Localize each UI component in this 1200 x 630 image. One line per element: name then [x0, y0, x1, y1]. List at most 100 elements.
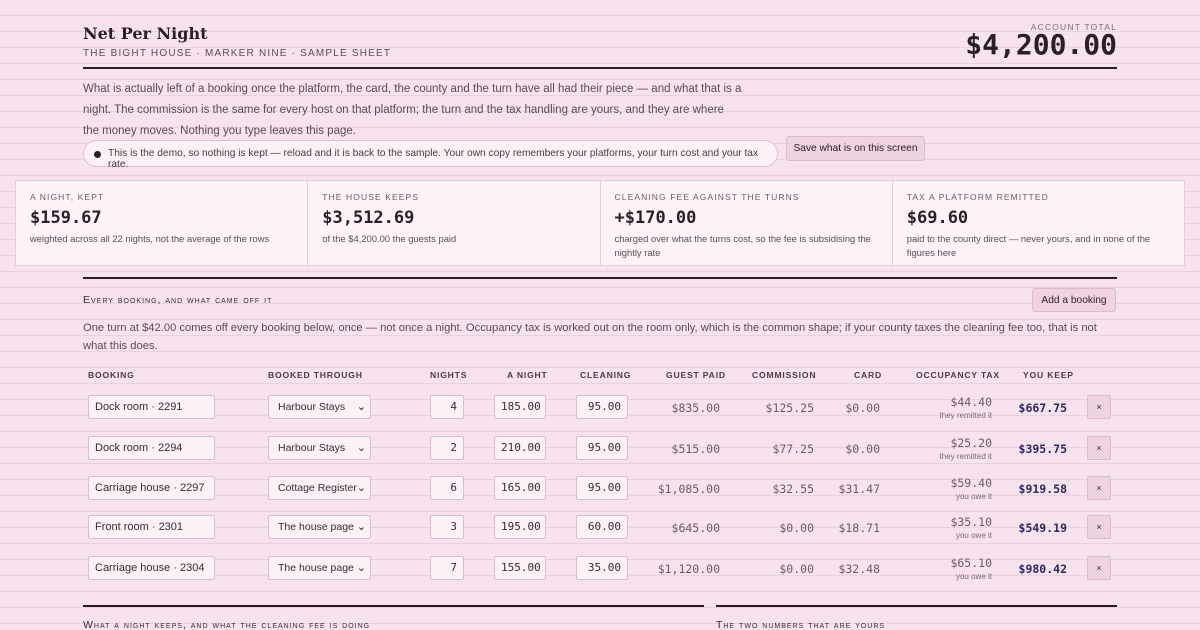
tax-responsibility: you owe it — [955, 572, 992, 581]
occupancy-tax-value: $25.20 — [950, 436, 992, 450]
nights-input[interactable]: 6 — [430, 476, 464, 500]
nights-input[interactable]: 4 — [430, 395, 464, 419]
cleaning-fee-input[interactable]: 95.00 — [576, 476, 628, 500]
cleaning-fee-input[interactable]: 60.00 — [576, 515, 628, 539]
stat-value: +$170.00 — [614, 208, 697, 228]
nights-input[interactable]: 7 — [430, 556, 464, 580]
delete-row-button[interactable]: × — [1087, 556, 1111, 580]
table-row: Carriage house · 2304 The house page ⌄ 7 … — [0, 548, 1200, 588]
occupancy-tax-cell: $25.20 they remitted it — [940, 436, 992, 461]
nightly-rate-input[interactable]: 195.00 — [494, 515, 546, 539]
stat-house-keeps: THE HOUSE KEEPS $3,512.69 of the $4,200.… — [308, 181, 601, 265]
nights-input[interactable]: 2 — [430, 436, 464, 460]
card-value: $0.00 — [845, 442, 880, 456]
dot-icon — [94, 151, 101, 158]
bookings-note: One turn at $42.00 comes off every booki… — [83, 322, 1097, 352]
platform-select[interactable]: Harbour Stays ⌄ — [268, 395, 371, 419]
demo-notice-text: This is the demo, so nothing is kept — r… — [108, 148, 759, 170]
guest-paid-value: $835.00 — [671, 401, 720, 415]
stat-label: TAX A PLATFORM REMITTED — [906, 192, 1049, 202]
col-a-night: A NIGHT — [507, 370, 548, 380]
occupancy-tax-cell: $35.10 you owe it — [950, 515, 992, 540]
nightly-rate-input[interactable]: 155.00 — [494, 556, 546, 580]
nightly-rate-input[interactable]: 165.00 — [494, 476, 546, 500]
section-divider — [83, 277, 1117, 279]
bookings-section-title: Every booking, and what came off it — [83, 294, 273, 306]
your-numbers-section-title: The two numbers that are yours — [716, 619, 886, 630]
card-value: $18.71 — [838, 521, 880, 535]
nightly-rate-input[interactable]: 185.00 — [494, 395, 546, 419]
booking-name-input[interactable]: Front room · 2301 — [88, 515, 215, 539]
platform-select[interactable]: Harbour Stays ⌄ — [268, 436, 371, 460]
save-button[interactable]: Save what is on this screen — [786, 136, 925, 161]
stat-night-kept: A NIGHT, KEPT $159.67 weighted across al… — [16, 181, 309, 265]
occupancy-tax-value: $44.40 — [950, 395, 992, 409]
commission-value: $0.00 — [779, 562, 814, 576]
tax-responsibility: they remitted it — [939, 452, 992, 461]
commission-value: $0.00 — [779, 521, 814, 535]
col-booking: BOOKING — [88, 370, 135, 380]
occupancy-tax-cell: $59.40 you owe it — [950, 476, 992, 501]
stat-note: weighted across all 22 nights, not the a… — [30, 233, 270, 244]
stat-cleaning-fee: CLEANING FEE AGAINST THE TURNS +$170.00 … — [601, 181, 893, 265]
nightly-rate-input[interactable]: 210.00 — [494, 436, 546, 460]
guest-paid-value: $515.00 — [671, 442, 720, 456]
table-row: Front room · 2301 The house page ⌄ 3 195.… — [0, 508, 1200, 548]
table-row: Dock room · 2291 Harbour Stays ⌄ 4 185.00… — [0, 388, 1200, 428]
booking-name-input[interactable]: Carriage house · 2297 — [88, 476, 215, 500]
add-booking-button[interactable]: Add a booking — [1032, 288, 1116, 312]
demo-notice: This is the demo, so nothing is kept — r… — [83, 140, 778, 170]
delete-row-button[interactable]: × — [1087, 476, 1111, 500]
booking-name-input[interactable]: Dock room · 2291 — [88, 395, 215, 419]
delete-row-button[interactable]: × — [1087, 515, 1111, 539]
table-row: Dock room · 2294 Harbour Stays ⌄ 2 210.00… — [0, 428, 1200, 468]
col-commission: COMMISSION — [752, 370, 817, 380]
you-keep-value: $549.19 — [1018, 521, 1067, 535]
cleaning-fee-input[interactable]: 35.00 — [576, 556, 628, 580]
platform-select[interactable]: The house page ⌄ — [268, 556, 371, 580]
occupancy-tax-value: $65.10 — [950, 556, 992, 570]
card-value: $31.47 — [838, 482, 880, 496]
platform-select[interactable]: Cottage Register ⌄ — [268, 476, 371, 500]
section-divider — [83, 605, 704, 607]
you-keep-value: $980.42 — [1018, 562, 1067, 576]
delete-row-button[interactable]: × — [1087, 436, 1111, 460]
chevron-down-icon: ⌄ — [356, 562, 366, 574]
page-title: Net Per Night — [83, 24, 208, 43]
stat-label: A NIGHT, KEPT — [30, 192, 105, 202]
platform-select[interactable]: The house page ⌄ — [268, 515, 371, 539]
page-subtitle: THE BIGHT HOUSE · MARKER NINE · SAMPLE S… — [83, 48, 392, 59]
col-guest-paid: GUEST PAID — [666, 370, 726, 380]
col-booked-through: BOOKED THROUGH — [268, 370, 363, 380]
stat-note: charged over what the turns cost, so the… — [614, 233, 871, 258]
card-value: $0.00 — [845, 401, 880, 415]
platform-select-value: Harbour Stays — [278, 401, 346, 413]
cleaning-fee-input[interactable]: 95.00 — [576, 436, 628, 460]
cleaning-fee-input[interactable]: 95.00 — [576, 395, 628, 419]
stat-value: $3,512.69 — [322, 208, 415, 228]
commission-value: $32.55 — [772, 482, 814, 496]
summary-stats: A NIGHT, KEPT $159.67 weighted across al… — [15, 180, 1185, 266]
chevron-down-icon: ⌄ — [356, 401, 366, 413]
page-header: Net Per Night THE BIGHT HOUSE · MARKER N… — [83, 22, 1117, 69]
booking-name-input[interactable]: Dock room · 2294 — [88, 436, 215, 460]
col-cleaning: CLEANING — [580, 370, 632, 380]
guest-paid-value: $1,120.00 — [657, 562, 720, 576]
card-value: $32.48 — [838, 562, 880, 576]
stat-note: of the $4,200.00 the guests paid — [322, 233, 457, 244]
nights-input[interactable]: 3 — [430, 515, 464, 539]
platform-select-value: The house page — [278, 521, 354, 533]
occupancy-tax-cell: $65.10 you owe it — [950, 556, 992, 581]
occupancy-tax-cell: $44.40 they remitted it — [940, 395, 992, 420]
you-keep-value: $919.58 — [1018, 482, 1067, 496]
commission-value: $125.25 — [765, 401, 814, 415]
account-total-value: $4,200.00 — [965, 28, 1117, 61]
booking-name-input[interactable]: Carriage house · 2304 — [88, 556, 215, 580]
guest-paid-value: $1,085.00 — [657, 482, 720, 496]
intro-text: What is actually left of a booking once … — [83, 83, 742, 137]
platform-select-value: The house page — [278, 562, 354, 574]
stat-label: CLEANING FEE AGAINST THE TURNS — [614, 192, 800, 202]
delete-row-button[interactable]: × — [1087, 395, 1111, 419]
stat-value: $69.60 — [906, 208, 969, 228]
stat-label: THE HOUSE KEEPS — [322, 192, 420, 202]
